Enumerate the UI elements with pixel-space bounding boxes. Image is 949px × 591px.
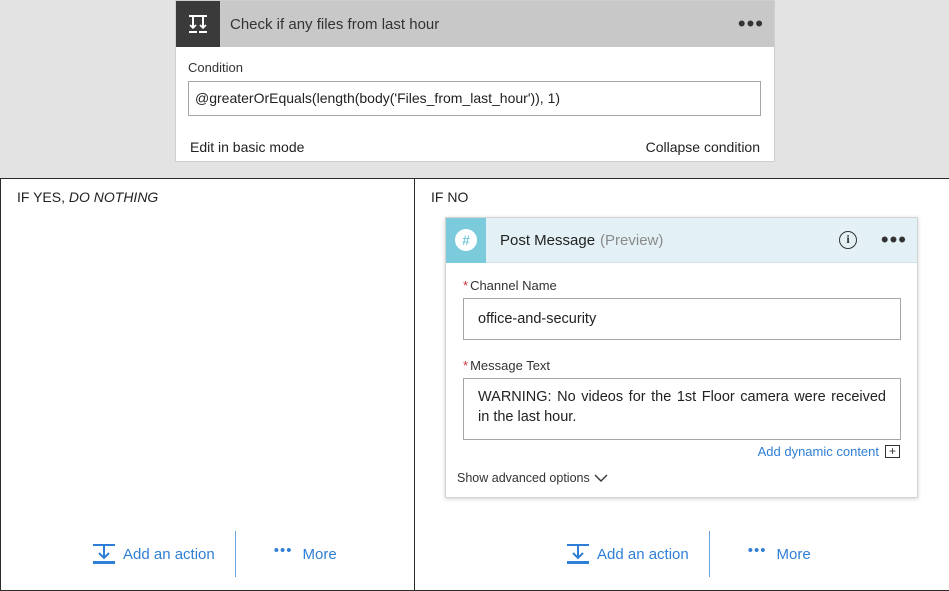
no-add-action-button[interactable]: Add an action xyxy=(567,543,699,565)
branch-yes-label-prefix: IF YES, xyxy=(17,189,69,205)
post-message-header[interactable]: # Post Message (Preview) i ••• xyxy=(446,217,917,263)
collapse-condition-link[interactable]: Collapse condition xyxy=(646,139,760,155)
add-action-icon xyxy=(93,544,115,564)
more-dots-icon: ••• xyxy=(747,541,767,559)
message-text-input[interactable]: WARNING: No videos for the 1st Floor cam… xyxy=(463,378,901,440)
condition-header[interactable]: Check if any files from last hour ••• xyxy=(176,1,774,47)
condition-expression-input[interactable]: @greaterOrEquals(length(body('Files_from… xyxy=(188,81,761,116)
edit-basic-mode-link[interactable]: Edit in basic mode xyxy=(190,139,304,155)
no-add-action-label: Add an action xyxy=(597,545,689,563)
show-advanced-options-label: Show advanced options xyxy=(457,471,590,485)
no-more-button[interactable]: ••• More xyxy=(748,542,811,563)
add-dynamic-content-label: Add dynamic content xyxy=(757,444,879,459)
condition-title: Check if any files from last hour xyxy=(230,15,440,33)
message-text-label: * Message Text xyxy=(463,358,550,373)
channel-name-label: * Channel Name xyxy=(463,278,557,293)
branch-yes-label-italic: DO NOTHING xyxy=(68,189,159,205)
action-bar-divider xyxy=(234,531,236,577)
required-marker: * xyxy=(463,278,469,293)
yes-add-action-label: Add an action xyxy=(123,545,215,563)
message-text-label-text: Message Text xyxy=(470,358,551,373)
slack-icon: # xyxy=(446,217,486,263)
channel-name-label-text: Channel Name xyxy=(470,278,557,293)
post-message-title: Post Message xyxy=(500,231,596,249)
yes-more-button[interactable]: ••• More xyxy=(274,542,337,563)
condition-card: Check if any files from last hour ••• Co… xyxy=(175,0,775,162)
condition-icon xyxy=(176,1,220,47)
branch-if-yes: IF YES, DO NOTHING Add an action ••• Mor… xyxy=(0,178,415,591)
post-message-preview-tag: (Preview) xyxy=(600,231,664,249)
branch-yes-label: IF YES, DO NOTHING xyxy=(17,189,158,205)
more-dots-icon: ••• xyxy=(273,541,293,559)
action-bar-divider xyxy=(708,531,710,577)
post-message-card: # Post Message (Preview) i ••• * Channel … xyxy=(445,217,918,498)
info-icon[interactable]: i xyxy=(839,231,857,249)
channel-name-input[interactable]: office-and-security xyxy=(463,298,901,340)
condition-menu-button[interactable]: ••• xyxy=(738,13,764,35)
branch-if-no: IF NO # Post Message (Preview) i ••• * Ch… xyxy=(414,178,949,591)
show-advanced-options-link[interactable]: Show advanced options xyxy=(457,471,608,485)
chevron-down-icon xyxy=(594,474,608,482)
slack-icon-glyph: # xyxy=(455,229,477,251)
yes-add-action-button[interactable]: Add an action xyxy=(93,543,225,565)
no-more-label: More xyxy=(776,545,811,563)
plus-box-icon: + xyxy=(885,445,900,458)
required-marker: * xyxy=(463,358,469,373)
condition-label: Condition xyxy=(188,60,243,75)
yes-more-label: More xyxy=(302,545,337,563)
no-action-bar: Add an action ••• More xyxy=(567,531,811,577)
post-message-menu-button[interactable]: ••• xyxy=(881,229,907,251)
yes-action-bar: Add an action ••• More xyxy=(93,531,337,577)
branch-no-label: IF NO xyxy=(431,189,469,205)
add-action-icon xyxy=(567,544,589,564)
add-dynamic-content-link[interactable]: Add dynamic content + xyxy=(758,444,900,459)
